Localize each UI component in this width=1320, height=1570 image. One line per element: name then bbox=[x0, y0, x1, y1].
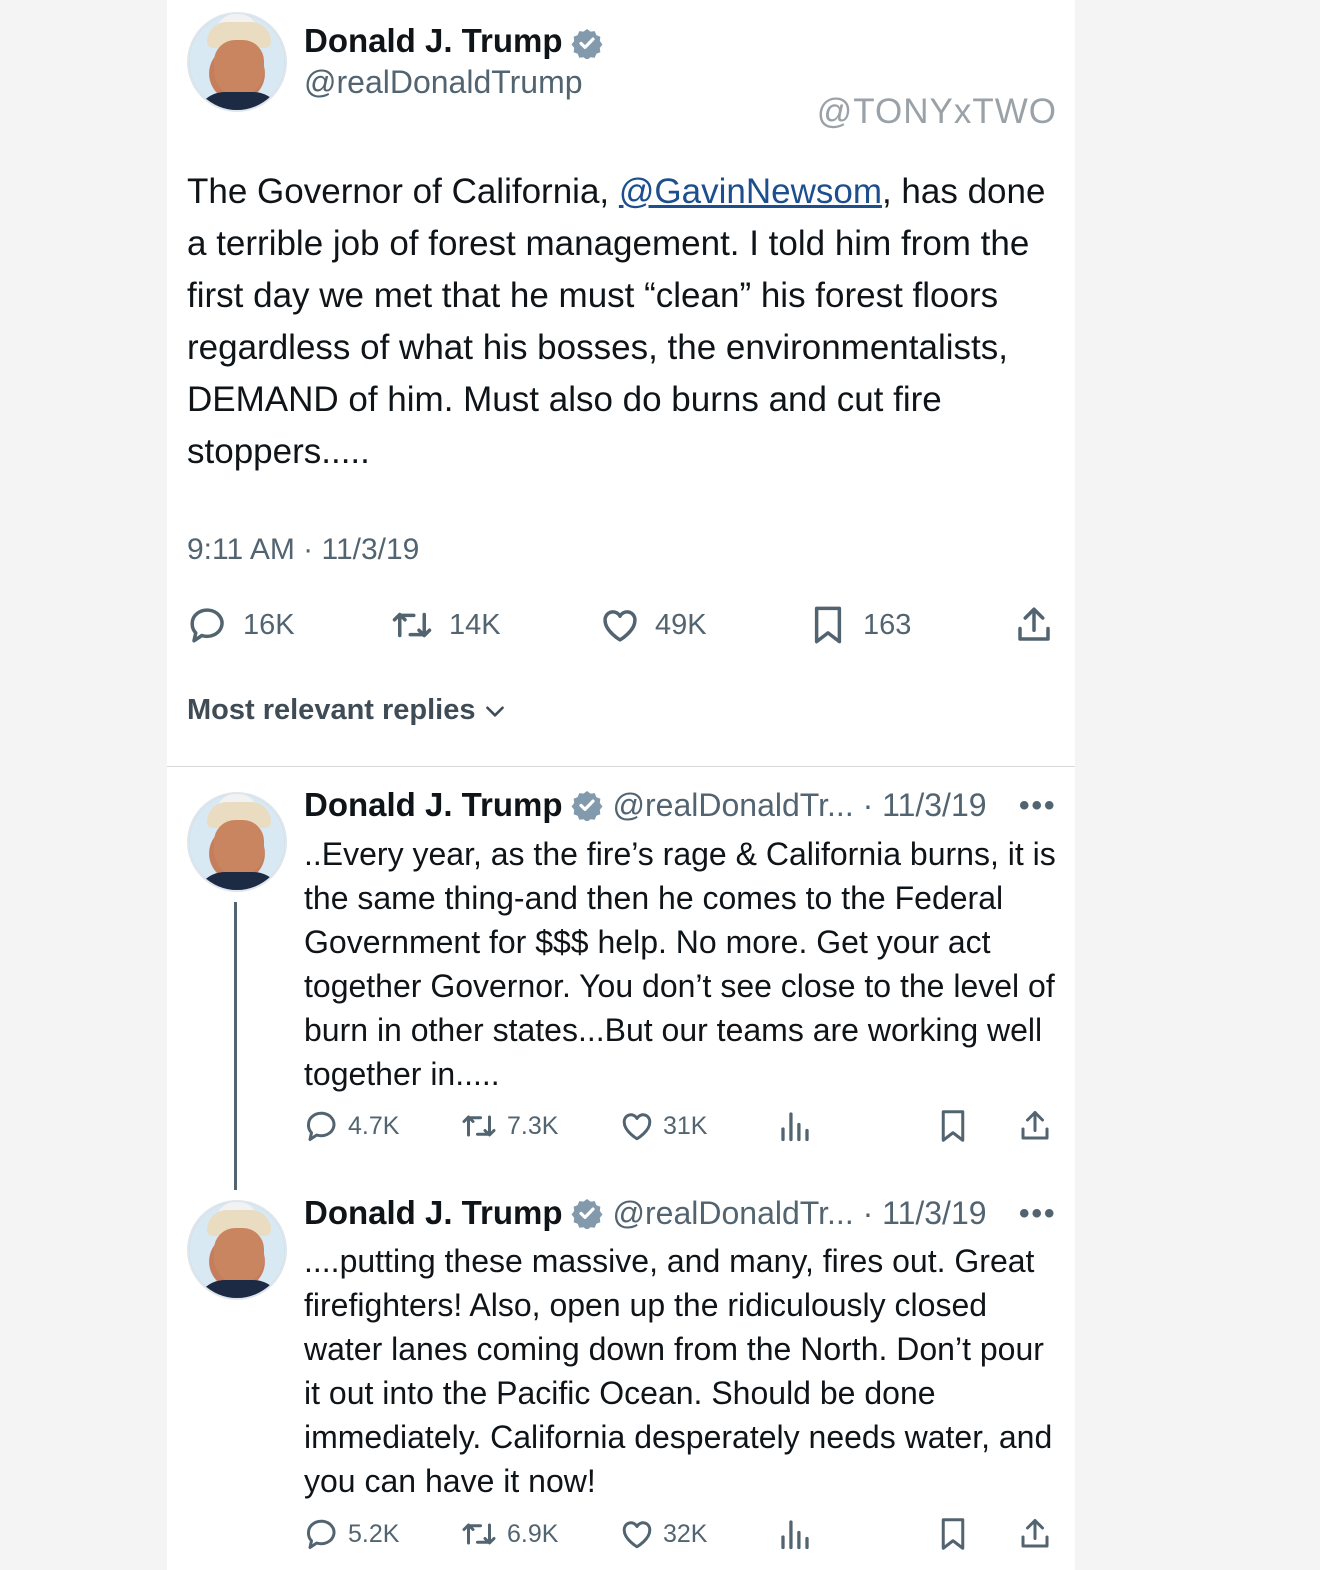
reply-icon bbox=[307, 1519, 336, 1549]
views-icon bbox=[781, 1520, 809, 1550]
bookmark-count: 163 bbox=[863, 608, 912, 641]
tweet-timestamp[interactable]: 9:11 AM · 11/3/19 bbox=[187, 533, 419, 567]
thread-line bbox=[234, 902, 237, 1190]
sort-label: Most relevant replies bbox=[187, 694, 476, 726]
views-button[interactable] bbox=[777, 1516, 813, 1552]
bookmark-button[interactable] bbox=[935, 1108, 971, 1144]
retweet-count: 14K bbox=[449, 608, 501, 641]
retweet-button[interactable]: 6.9K bbox=[459, 1516, 558, 1552]
reply-count: 16K bbox=[243, 608, 295, 641]
sort-replies-dropdown[interactable]: Most relevant replies bbox=[187, 694, 508, 727]
reply-icon bbox=[307, 1111, 336, 1141]
bookmark-button[interactable] bbox=[935, 1516, 971, 1552]
reply-author-name[interactable]: Donald J. Trump bbox=[304, 786, 563, 824]
like-button[interactable]: 31K bbox=[619, 1108, 707, 1144]
verified-badge-icon bbox=[571, 791, 602, 821]
views-icon bbox=[781, 1112, 809, 1142]
like-icon bbox=[622, 1521, 652, 1549]
author-name-row[interactable]: Donald J. Trump bbox=[304, 22, 603, 60]
avatar[interactable] bbox=[187, 792, 287, 892]
reply-header: Donald J. Trump @realDonaldTr... · 11/3/… bbox=[304, 786, 987, 824]
like-count: 32K bbox=[663, 1519, 708, 1548]
like-button[interactable]: 32K bbox=[619, 1516, 707, 1552]
retweet-icon bbox=[392, 612, 432, 638]
share-icon bbox=[1021, 1519, 1049, 1548]
reply-icon bbox=[190, 608, 224, 643]
retweet-icon bbox=[462, 1115, 496, 1137]
reply-count: 5.2K bbox=[348, 1519, 400, 1548]
bookmark-icon bbox=[941, 1518, 965, 1550]
mention-link[interactable]: @GavinNewsom bbox=[619, 172, 882, 211]
reply-text: ..Every year, as the fire’s rage & Calif… bbox=[304, 836, 1056, 1092]
reply-button[interactable]: 16K bbox=[187, 604, 295, 646]
views-button[interactable] bbox=[777, 1108, 813, 1144]
retweet-button[interactable]: 14K bbox=[389, 604, 501, 646]
reply-header: Donald J. Trump @realDonaldTr... · 11/3/… bbox=[304, 1194, 987, 1232]
tweet-text: The Governor of California, @GavinNewsom… bbox=[187, 166, 1067, 478]
retweet-button[interactable]: 7.3K bbox=[459, 1108, 558, 1144]
watermark: @TONYxTWO bbox=[816, 92, 1057, 131]
retweet-count: 7.3K bbox=[507, 1111, 559, 1140]
reply-count: 4.7K bbox=[348, 1111, 400, 1140]
reply-handle-date[interactable]: @realDonaldTr... · 11/3/19 bbox=[613, 1195, 987, 1232]
reply-button[interactable]: 5.2K bbox=[304, 1516, 399, 1552]
share-button[interactable] bbox=[1017, 1108, 1053, 1144]
like-count: 31K bbox=[663, 1111, 708, 1140]
reply-handle-date[interactable]: @realDonaldTr... · 11/3/19 bbox=[613, 787, 987, 824]
bookmark-icon bbox=[941, 1110, 965, 1142]
divider bbox=[167, 766, 1075, 767]
like-count: 49K bbox=[655, 608, 707, 641]
bookmark-icon bbox=[814, 606, 842, 644]
reply-author-name[interactable]: Donald J. Trump bbox=[304, 1194, 563, 1232]
share-icon bbox=[1018, 607, 1050, 641]
like-icon bbox=[622, 1113, 652, 1141]
avatar[interactable] bbox=[187, 12, 287, 112]
retweet-count: 6.9K bbox=[507, 1519, 559, 1548]
more-icon[interactable]: ••• bbox=[1019, 789, 1057, 823]
more-icon[interactable]: ••• bbox=[1019, 1197, 1057, 1231]
tweet-card: Donald J. Trump @realDonaldTrump @TONYxT… bbox=[167, 0, 1075, 1570]
like-icon bbox=[603, 610, 637, 642]
reply-button[interactable]: 4.7K bbox=[304, 1108, 399, 1144]
tweet-text-after: , has done a terrible job of forest mana… bbox=[187, 172, 1046, 471]
tweet-text-before: The Governor of California, bbox=[187, 172, 619, 211]
avatar[interactable] bbox=[187, 1200, 287, 1300]
share-icon bbox=[1021, 1111, 1049, 1140]
verified-badge-icon bbox=[571, 1199, 602, 1229]
share-button[interactable] bbox=[1013, 604, 1055, 646]
chevron-down-icon bbox=[485, 705, 504, 717]
retweet-icon bbox=[462, 1523, 496, 1545]
author-name[interactable]: Donald J. Trump bbox=[304, 22, 563, 59]
share-button[interactable] bbox=[1017, 1516, 1053, 1552]
reply-text: ....putting these massive, and many, fir… bbox=[304, 1243, 1053, 1499]
verified-badge-icon bbox=[571, 29, 602, 60]
author-handle[interactable]: @realDonaldTrump bbox=[304, 64, 583, 101]
bookmark-button[interactable]: 163 bbox=[807, 604, 911, 646]
like-button[interactable]: 49K bbox=[599, 604, 707, 646]
